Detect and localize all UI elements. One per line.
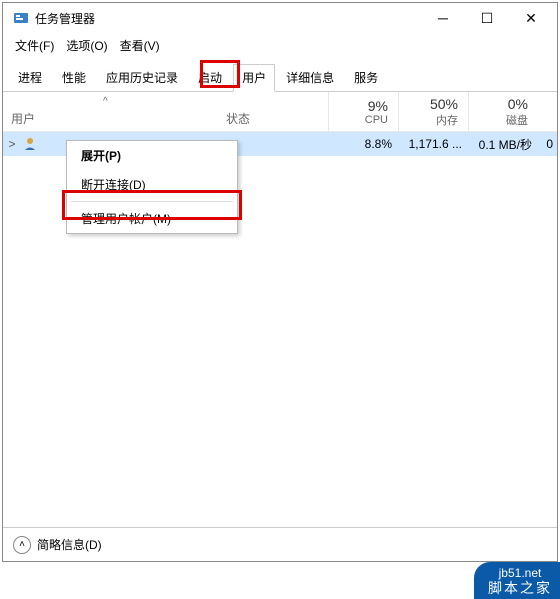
menu-view[interactable]: 查看(V) xyxy=(116,35,164,56)
task-manager-window: 任务管理器 ─ ☐ ✕ 文件(F) 选项(O) 查看(V) 进程 性能 应用历史… xyxy=(2,2,558,562)
col-status-label: 状态 xyxy=(226,110,250,127)
watermark-name: 脚本之家 xyxy=(488,580,552,597)
watermark: jb51.net 脚本之家 xyxy=(474,562,560,599)
column-headers: ^ 用户 状态 9% CPU 50% 内存 0% 磁盘 xyxy=(3,92,557,132)
col-disk[interactable]: 0% 磁盘 xyxy=(468,92,538,131)
cpu-percent: 9% xyxy=(368,98,388,114)
app-icon xyxy=(13,10,29,26)
menu-file[interactable]: 文件(F) xyxy=(11,35,58,56)
user-icon xyxy=(21,137,39,151)
ctx-disconnect[interactable]: 断开连接(D) xyxy=(67,170,237,199)
row-disk: 0.1 MB/秒 xyxy=(472,136,542,153)
tab-users[interactable]: 用户 xyxy=(233,64,275,92)
row-cpu: 8.8% xyxy=(332,137,402,151)
titlebar: 任务管理器 ─ ☐ ✕ xyxy=(3,3,557,33)
col-user-label: 用户 xyxy=(11,110,35,127)
tab-performance[interactable]: 性能 xyxy=(53,64,95,91)
statusbar: ˄ 简略信息(D) xyxy=(3,527,557,561)
tab-details[interactable]: 详细信息 xyxy=(277,64,343,91)
col-cpu[interactable]: 9% CPU xyxy=(328,92,398,131)
tab-processes[interactable]: 进程 xyxy=(9,64,51,91)
watermark-url: jb51.net xyxy=(488,566,552,580)
mem-label: 内存 xyxy=(436,112,458,128)
cpu-label: CPU xyxy=(365,114,388,126)
close-button[interactable]: ✕ xyxy=(509,3,553,33)
col-memory[interactable]: 50% 内存 xyxy=(398,92,468,131)
col-status[interactable]: 状态 xyxy=(218,92,328,131)
col-user[interactable]: ^ 用户 xyxy=(3,92,218,131)
tab-strip: 进程 性能 应用历史记录 启动 用户 详细信息 服务 xyxy=(3,58,557,92)
maximize-button[interactable]: ☐ xyxy=(465,3,509,33)
ctx-manage-account[interactable]: 管理用户帐户(M) xyxy=(67,204,237,233)
disk-label: 磁盘 xyxy=(506,112,528,128)
minimize-button[interactable]: ─ xyxy=(421,3,465,33)
fewer-details-button[interactable]: 简略信息(D) xyxy=(37,536,102,553)
window-controls: ─ ☐ ✕ xyxy=(421,3,553,33)
tab-startup[interactable]: 启动 xyxy=(189,64,231,91)
sort-indicator-icon: ^ xyxy=(103,96,108,107)
tab-history[interactable]: 应用历史记录 xyxy=(97,64,187,91)
tab-services[interactable]: 服务 xyxy=(345,64,387,91)
menu-options[interactable]: 选项(O) xyxy=(62,35,111,56)
menubar: 文件(F) 选项(O) 查看(V) xyxy=(3,33,557,58)
ctx-separator xyxy=(71,201,233,202)
row-mem: 1,171.6 ... xyxy=(402,137,472,151)
row-extra: 0 xyxy=(542,137,557,151)
ctx-expand[interactable]: 展开(P) xyxy=(67,141,237,170)
window-title: 任务管理器 xyxy=(35,10,95,27)
disk-percent: 0% xyxy=(508,96,528,112)
expand-icon[interactable]: > xyxy=(3,137,21,151)
chevron-up-icon[interactable]: ˄ xyxy=(13,536,31,554)
mem-percent: 50% xyxy=(430,96,458,112)
context-menu: 展开(P) 断开连接(D) 管理用户帐户(M) xyxy=(66,140,238,234)
